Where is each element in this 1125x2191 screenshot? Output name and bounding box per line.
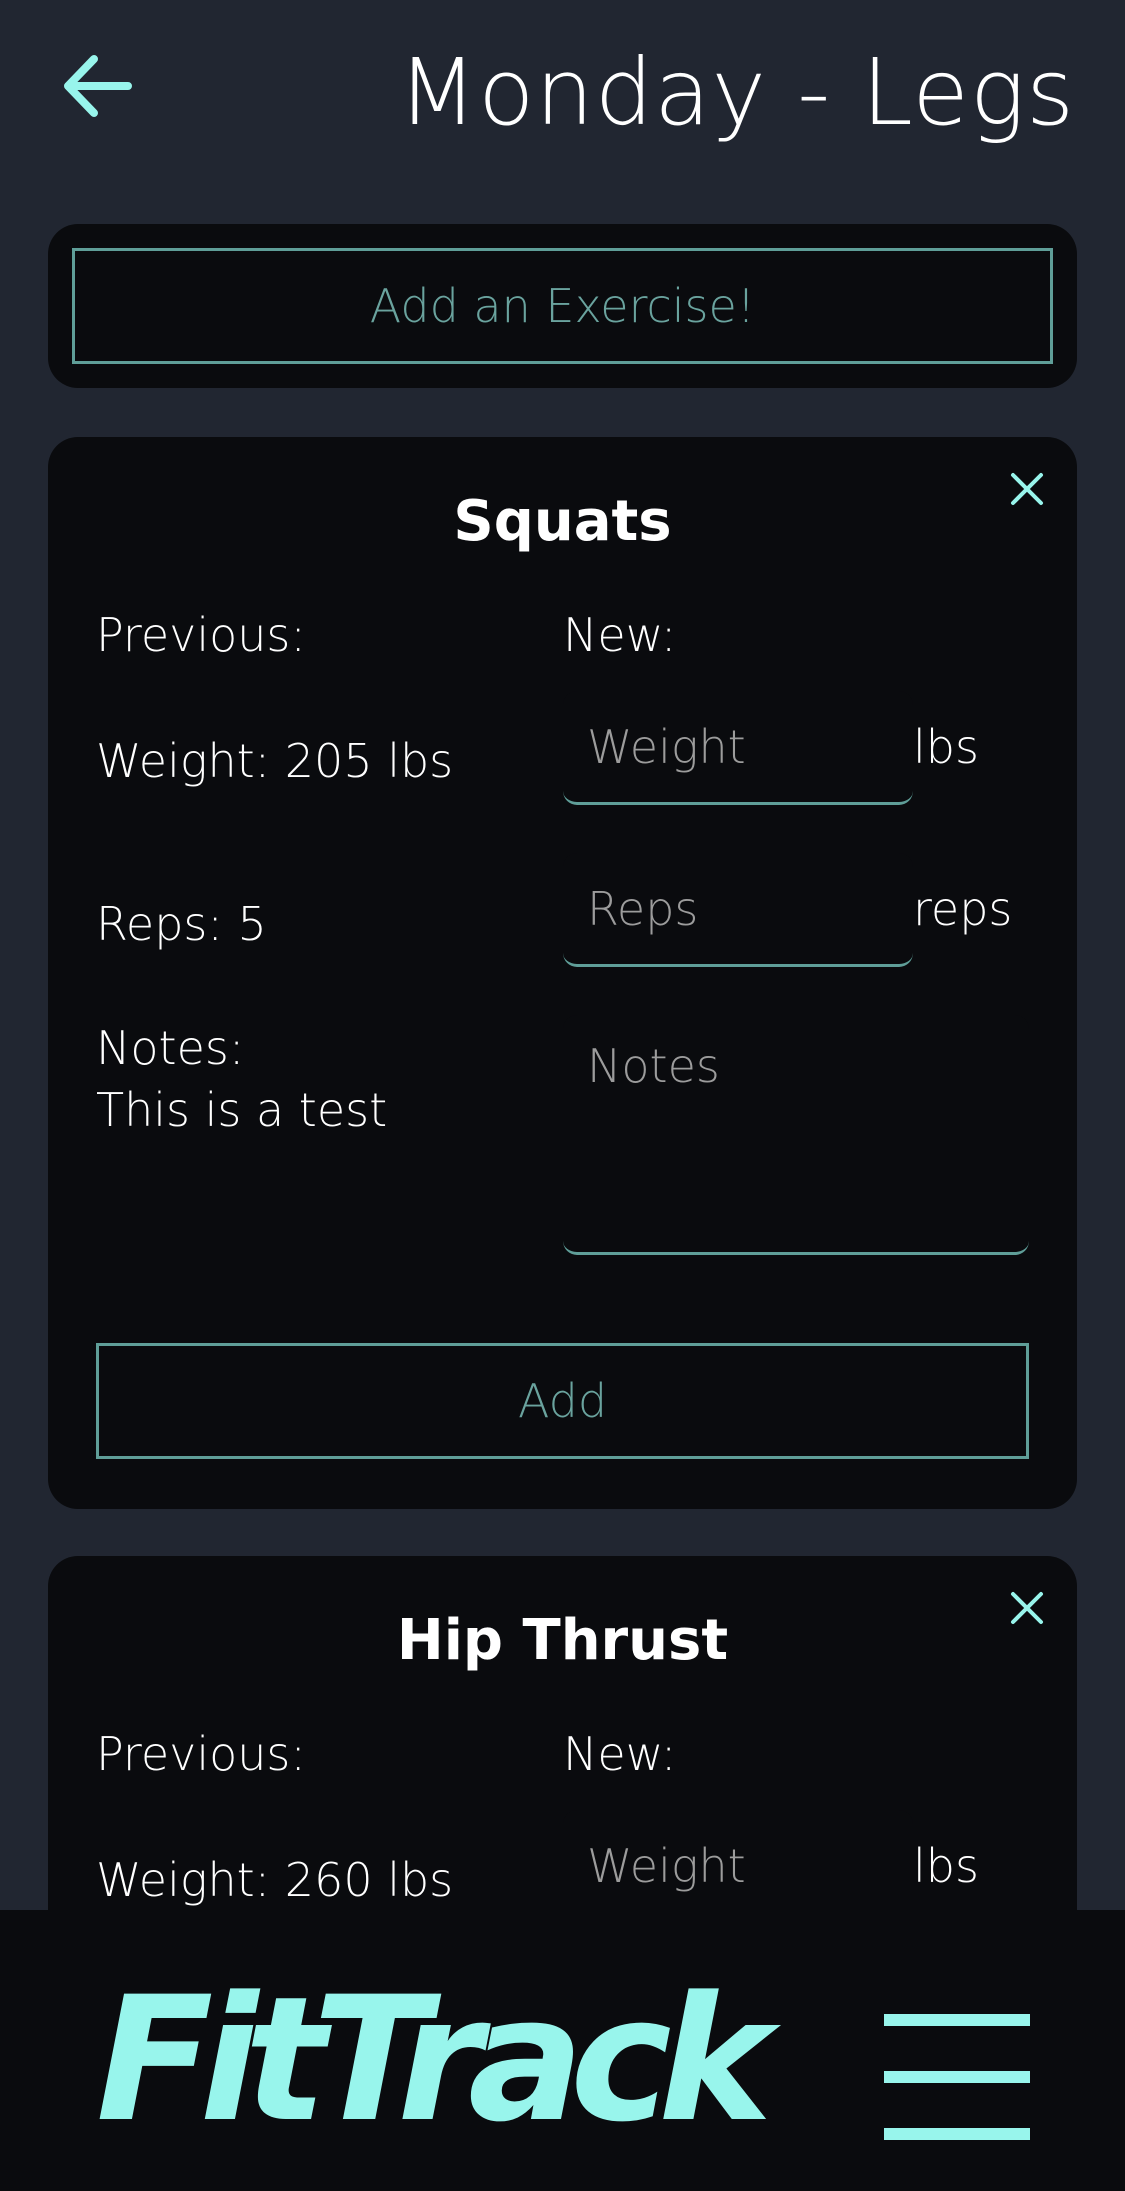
notes-label: Notes:: [96, 1021, 245, 1075]
previous-reps: Reps: 5: [96, 897, 267, 951]
page-title: Monday - Legs: [397, 39, 1075, 146]
weight-unit: lbs: [913, 1839, 979, 1893]
add-exercise-card: Add an Exercise!: [48, 224, 1077, 388]
back-button[interactable]: [58, 50, 134, 122]
reps-input[interactable]: [563, 853, 913, 967]
weight-unit: lbs: [913, 720, 979, 774]
add-exercise-button[interactable]: Add an Exercise!: [72, 248, 1053, 364]
previous-weight: Weight: 205 lbs: [96, 734, 454, 788]
bottom-bar: FitTrack: [0, 1910, 1125, 2191]
exercise-card: Squats Previous: New: Weight: 205 lbs lb…: [48, 437, 1077, 1509]
fittrack-logo: FitTrack: [96, 1959, 772, 2160]
notes-input[interactable]: [563, 1015, 1029, 1255]
add-set-button[interactable]: Add: [96, 1343, 1029, 1459]
new-label: New:: [563, 608, 677, 662]
weight-input[interactable]: [563, 1810, 913, 1924]
reps-unit: reps: [913, 882, 1013, 936]
previous-notes: This is a test: [96, 1083, 388, 1137]
arrow-left-icon: [64, 55, 132, 117]
previous-weight: Weight: 260 lbs: [96, 1853, 454, 1907]
exercise-name: Squats: [453, 489, 672, 554]
weight-input[interactable]: [563, 691, 913, 805]
exercise-name: Hip Thrust: [396, 1608, 729, 1673]
menu-button[interactable]: [884, 2014, 1030, 2140]
previous-label: Previous:: [96, 1727, 306, 1781]
previous-label: Previous:: [96, 608, 306, 662]
workout-day-screen: Monday - Legs Add an Exercise! Squats Pr…: [0, 0, 1125, 2191]
new-label: New:: [563, 1727, 677, 1781]
